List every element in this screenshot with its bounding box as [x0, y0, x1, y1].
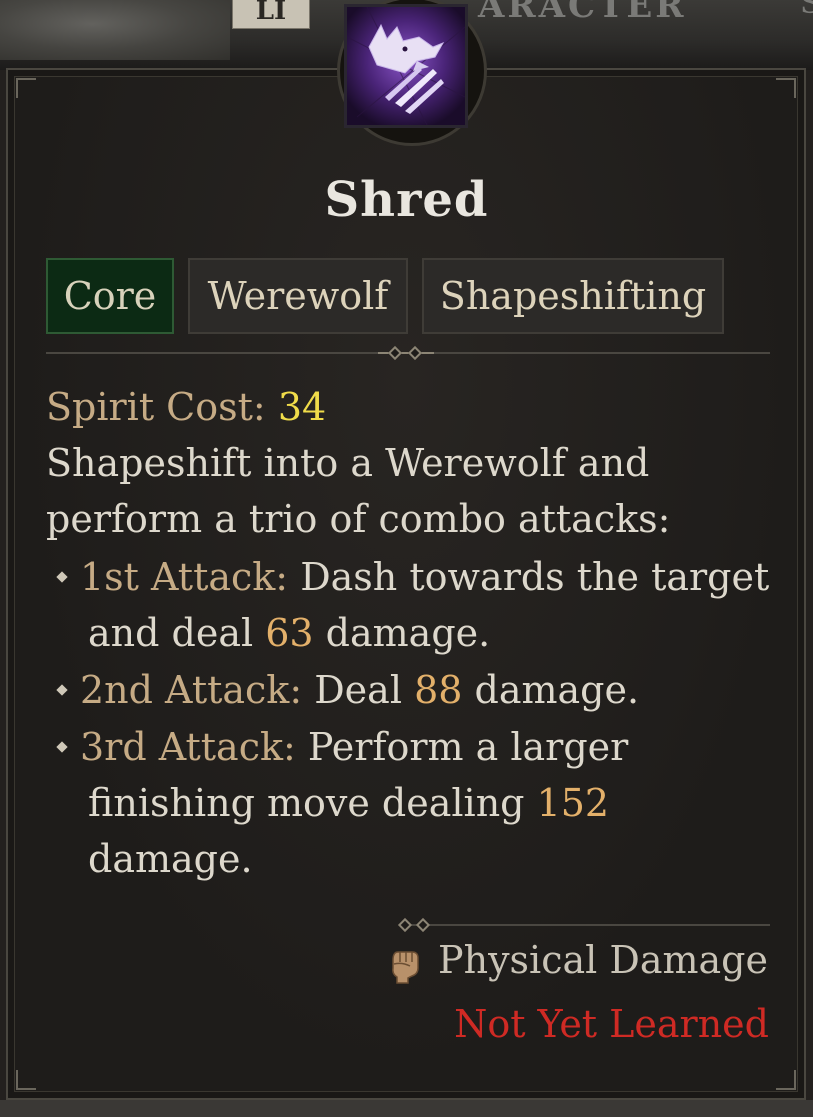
attack-damage-value: 88	[414, 668, 463, 712]
background-footer	[0, 1100, 813, 1117]
attack-1-line2: and deal 63 damage.	[88, 608, 490, 658]
skill-name: Shred	[324, 172, 489, 228]
fist-icon	[388, 944, 422, 988]
attack-text: damage.	[313, 611, 491, 655]
description-line: Shapeshift into a Werewolf and	[46, 441, 650, 485]
spirit-cost-value: 34	[277, 385, 327, 429]
tag-core: Core	[46, 258, 174, 334]
attack-3: 3rd Attack: Perform a larger	[56, 722, 629, 772]
divider-ornament	[378, 352, 434, 354]
frame-corner	[776, 78, 796, 98]
attack-3-line2: finishing move dealing 152	[88, 778, 609, 828]
attack-text: and deal	[88, 611, 266, 655]
attack-1: 1st Attack: Dash towards the target	[56, 552, 770, 602]
damage-type: Physical Damage	[438, 938, 768, 982]
tag-shapeshifting: Shapeshifting	[422, 258, 724, 334]
description-line: perform a trio of combo attacks:	[46, 497, 671, 541]
attack-label: 2nd Attack:	[80, 668, 303, 712]
attack-label: 3rd Attack:	[80, 725, 296, 769]
attack-3-line3: damage.	[88, 837, 253, 881]
attack-damage-value: 63	[265, 611, 314, 655]
attack-text: damage.	[462, 668, 640, 712]
attack-2: 2nd Attack: Deal 88 damage.	[56, 665, 640, 715]
frame-corner	[16, 78, 36, 98]
werewolf-claw-icon	[344, 4, 468, 128]
learned-status: Not Yet Learned	[454, 1002, 769, 1046]
attack-label: 1st Attack:	[80, 555, 289, 599]
background-window-title-tail: S	[800, 0, 813, 21]
attack-text: Dash towards the target	[288, 555, 770, 599]
frame-corner	[776, 1070, 796, 1090]
tag-werewolf: Werewolf	[188, 258, 408, 334]
attack-text: Perform a larger	[295, 725, 629, 769]
attack-text: finishing move dealing	[88, 781, 537, 825]
background-window-title: ARACTER	[478, 0, 687, 26]
spirit-cost-label: Spirit Cost:	[46, 385, 266, 429]
spirit-cost: Spirit Cost: 34	[46, 382, 326, 432]
bullet-icon	[56, 740, 68, 753]
frame-corner	[16, 1070, 36, 1090]
section-divider	[400, 924, 770, 926]
attack-text: Deal	[302, 668, 415, 712]
bullet-icon	[56, 683, 68, 696]
attack-damage-value: 152	[536, 781, 610, 825]
bullet-icon	[56, 570, 68, 583]
background-tab[interactable]: LI	[232, 0, 310, 29]
background-map	[0, 0, 230, 60]
